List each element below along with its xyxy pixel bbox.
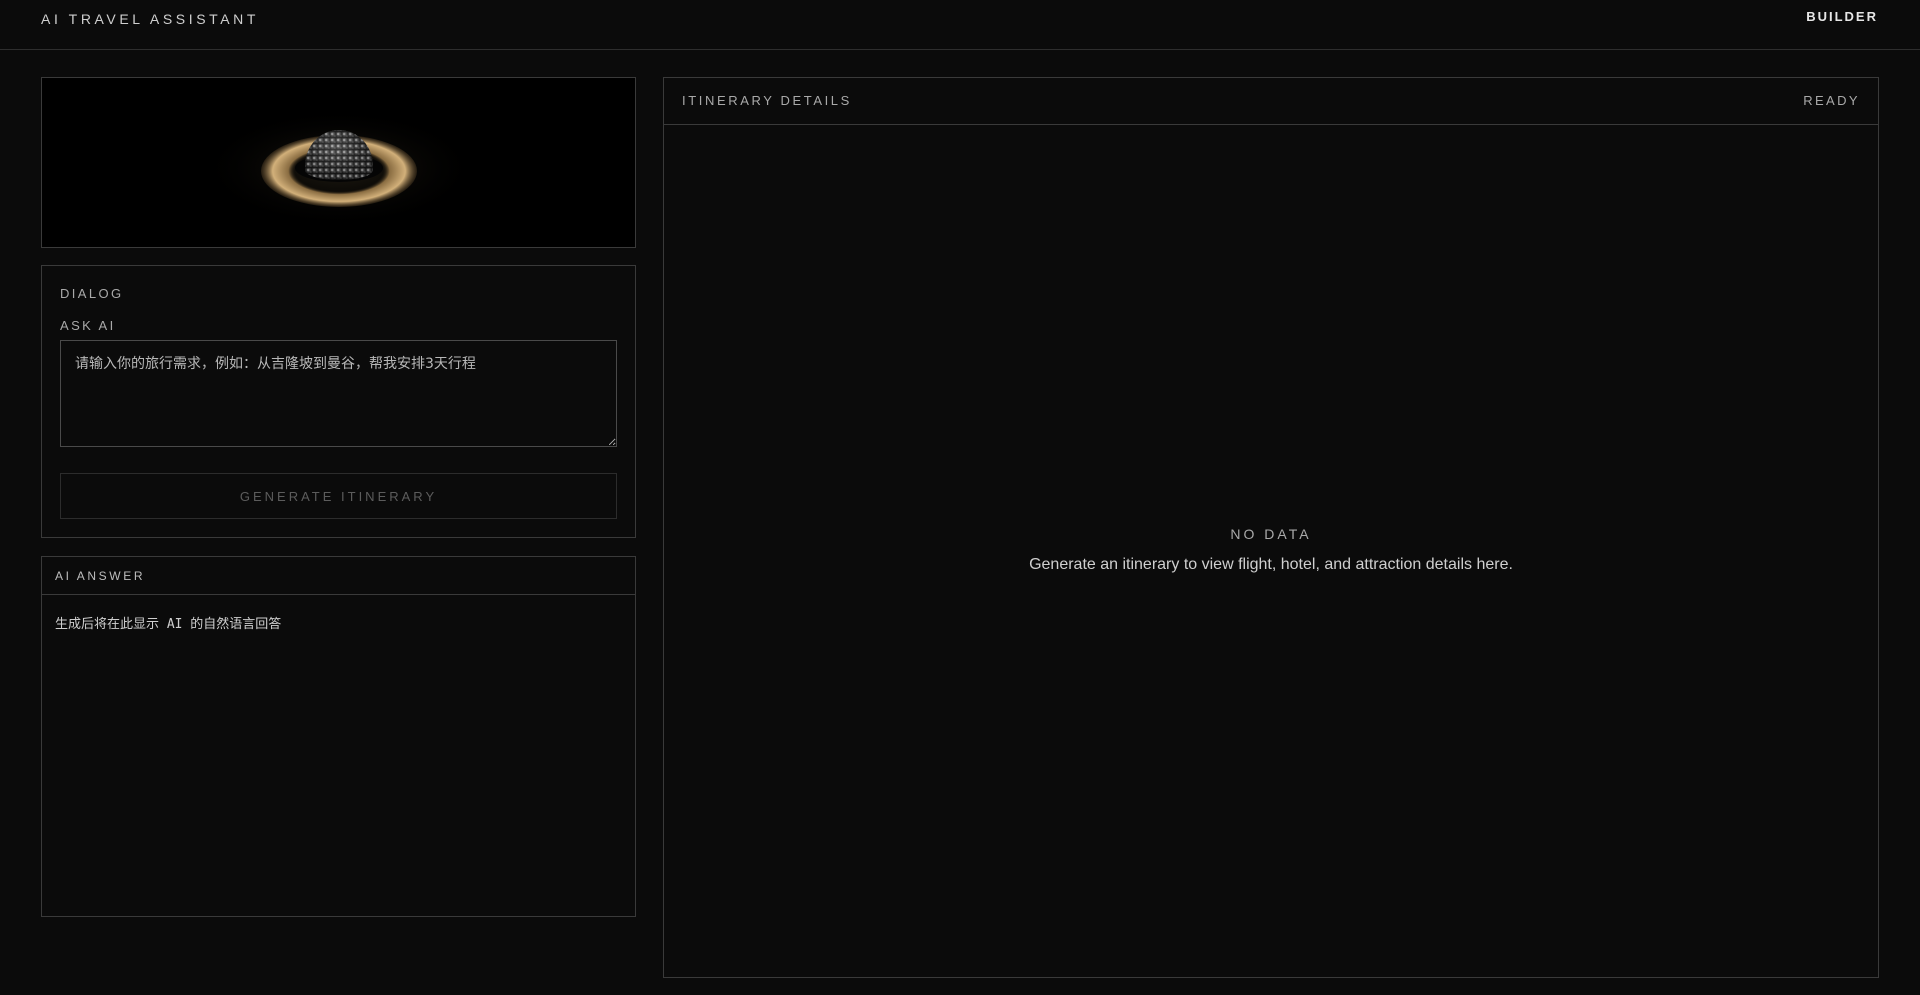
planet-ring-graphic (199, 108, 479, 228)
empty-state-title: NO DATA (1230, 526, 1312, 542)
empty-state-description: Generate an itinerary to view flight, ho… (1029, 556, 1513, 573)
status-badge: READY (1803, 93, 1860, 108)
itinerary-header: ITINERARY DETAILS READY (664, 78, 1878, 125)
app-title: AI TRAVEL ASSISTANT (41, 11, 260, 27)
ai-answer-text: 生成后将在此显示 AI 的自然语言回答 (55, 617, 282, 632)
ask-ai-label: ASK AI (60, 318, 116, 333)
hero-visual (41, 77, 636, 248)
generate-itinerary-button[interactable]: GENERATE ITINERARY (60, 473, 617, 519)
dialog-panel: DIALOG ASK AI GENERATE ITINERARY (41, 265, 636, 538)
travel-request-input[interactable] (60, 340, 617, 447)
itinerary-title: ITINERARY DETAILS (682, 93, 852, 108)
ai-answer-panel: AI ANSWER 生成后将在此显示 AI 的自然语言回答 (41, 556, 636, 917)
builder-link[interactable]: BUILDER (1806, 9, 1878, 24)
ai-answer-title: AI ANSWER (55, 569, 146, 583)
ai-answer-header: AI ANSWER (42, 557, 635, 595)
top-bar: AI TRAVEL ASSISTANT BUILDER (0, 0, 1920, 50)
dialog-title: DIALOG (60, 286, 124, 301)
itinerary-details-panel: ITINERARY DETAILS READY NO DATA Generate… (663, 77, 1879, 978)
